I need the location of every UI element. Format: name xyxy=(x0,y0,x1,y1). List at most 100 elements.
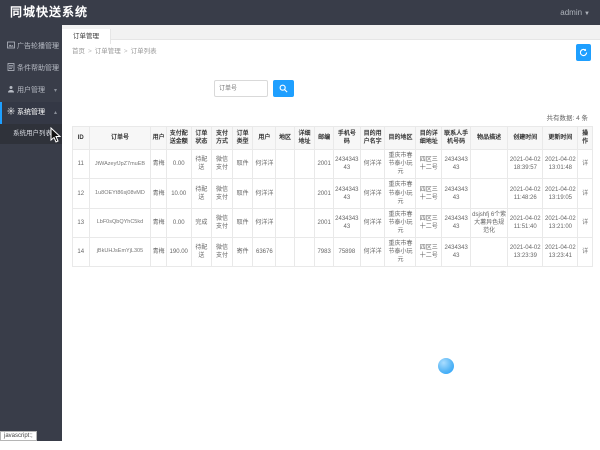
table-cell: 取件 xyxy=(231,207,254,239)
table-cell xyxy=(275,207,295,239)
table-cell: 14 xyxy=(72,237,90,268)
detail-link[interactable]: 详 xyxy=(582,191,588,197)
column-header: 订单号 xyxy=(88,125,152,151)
table-cell: 190.00 xyxy=(165,237,192,268)
refresh-button[interactable] xyxy=(576,44,591,61)
column-header: 联系人手机号码 xyxy=(441,125,472,151)
table-cell: 何洋洋 xyxy=(252,149,277,180)
table-cell: 10.00 xyxy=(165,178,192,209)
username: admin xyxy=(560,8,583,17)
sidebar-item-0[interactable]: 广告轮播管理 ▾ xyxy=(0,36,62,58)
column-header: 订单类型 xyxy=(231,125,254,151)
table-cell: 待配送 xyxy=(190,237,213,268)
detail-link[interactable]: 详 xyxy=(582,161,588,167)
table-cell: jBkUHJsEmYjL305 xyxy=(88,237,152,268)
column-header: 目的用户名字 xyxy=(359,125,386,151)
table-cell: 何洋洋 xyxy=(252,207,277,239)
table-cell: 微信支付 xyxy=(211,178,233,209)
table-cell: 13 xyxy=(72,207,90,239)
sidebar: 广告轮播管理 ▾ 条件帮助管理 ▾ 用户管理 ▾ 系统管理 ▴ 系统用户列表 xyxy=(0,25,62,441)
column-header: 物品描述 xyxy=(470,125,509,151)
column-header: 订单状态 xyxy=(190,125,213,151)
column-header: 用户 xyxy=(150,125,167,151)
table-cell: 243434343 xyxy=(441,237,472,268)
table-cell: 详 xyxy=(577,237,593,268)
table-cell: 微信支付 xyxy=(211,237,233,268)
table-row: 11 JtWAzeyfJpZ7muEB 青梅 0.00 待配送 微信支付 取件 何洋洋 2001… xyxy=(72,149,593,180)
sidebar-item-label: 条件帮助管理 xyxy=(17,65,59,72)
table-cell: 四区三十二号 xyxy=(415,207,443,239)
table-header: ID 订单号 用户 支付配送金额 订单状态 支付方式 订单类型 用户 地区 详细地址 邮编 手机号码目… xyxy=(72,125,593,151)
breadcrumb-item[interactable]: 订单列表 xyxy=(131,48,157,55)
table-cell: 243434343 xyxy=(332,149,361,180)
breadcrumb-item[interactable]: 订单管理 xyxy=(95,48,121,55)
breadcrumb-items: 首页 > 订单管理 > 订单列表 xyxy=(72,48,157,55)
column-header: 详细地址 xyxy=(293,125,316,151)
record-count: 共有数据: 4 条 xyxy=(546,115,588,122)
column-header: 邮编 xyxy=(314,125,334,151)
sidebar-item-2[interactable]: 用户管理 ▾ xyxy=(0,80,62,102)
table-cell: 243434343 xyxy=(332,207,361,239)
table-cell: 何洋洋 xyxy=(252,178,277,209)
table-cell: 重庆市春节泰小玩元 xyxy=(384,149,417,180)
table-cell: 0.00 xyxy=(165,207,192,239)
sidebar-item-3[interactable]: 系统管理 ▴ xyxy=(0,102,62,124)
table-cell: 青梅 xyxy=(150,207,167,239)
search-icon xyxy=(279,84,288,93)
order-number-input[interactable] xyxy=(214,80,268,97)
detail-link[interactable]: 详 xyxy=(582,249,588,255)
table-cell: 何洋洋 xyxy=(359,237,386,268)
table-cell: LbF0sQbQYhC5kd xyxy=(88,207,152,239)
table-cell: 2021-04-02 11:51:40 xyxy=(507,207,544,239)
table-cell: 2021-04-02 13:23:41 xyxy=(542,237,579,268)
table-row: 13 LbF0sQbQYhC5kd 青梅 0.00 完成 微信支付 取件 何洋洋 2001 243… xyxy=(72,207,593,239)
chat-bubble-button[interactable] xyxy=(438,358,454,374)
table-cell: 何洋洋 xyxy=(359,178,386,209)
table-cell: 详 xyxy=(577,149,593,180)
table-cell: 详 xyxy=(577,207,593,239)
carousel-icon xyxy=(7,37,15,59)
table-cell: 2021-04-02 18:39:57 xyxy=(507,149,544,180)
column-header: 支付方式 xyxy=(211,125,233,151)
table-cell: 待配送 xyxy=(190,178,213,209)
top-bar: 同城快送系统 admin ▼ xyxy=(0,0,600,25)
table-cell: 243434343 xyxy=(441,149,472,180)
table-cell: 青梅 xyxy=(150,149,167,180)
search-area xyxy=(214,80,600,97)
mouse-cursor xyxy=(50,127,62,143)
table-cell: 63676 xyxy=(252,237,277,268)
column-header: 目的详细地址 xyxy=(415,125,443,151)
table-cell: 0.00 xyxy=(165,149,192,180)
table-cell: 2001 xyxy=(314,178,334,209)
column-header: 创建时间 xyxy=(507,125,544,151)
sidebar-item-label: 广告轮播管理 xyxy=(17,43,59,50)
column-header: 用户 xyxy=(252,125,277,151)
table-cell xyxy=(470,178,509,209)
table-cell: 微信支付 xyxy=(211,207,233,239)
table-body: 11 JtWAzeyfJpZ7muEB 青梅 0.00 待配送 微信支付 取件 何洋洋 2001… xyxy=(72,149,593,268)
sidebar-item-1[interactable]: 条件帮助管理 ▾ xyxy=(0,58,62,80)
table-cell: 1u8OEYt86sj08vMD xyxy=(88,178,152,209)
chevron-icon: ▴ xyxy=(53,110,57,116)
table-cell: 微信支付 xyxy=(211,149,233,180)
table-cell: 243434343 xyxy=(441,207,472,239)
detail-link[interactable]: 详 xyxy=(582,220,588,226)
chevron-down-icon: ▼ xyxy=(584,11,590,17)
column-header: 操作 xyxy=(577,125,593,151)
table-cell: 取件 xyxy=(231,178,254,209)
column-header: 目的地区 xyxy=(384,125,417,151)
search-button[interactable] xyxy=(273,80,294,97)
table-cell: 完成 xyxy=(190,207,213,239)
breadcrumb-item[interactable]: 首页 xyxy=(72,48,85,55)
page: 同城快送系统 admin ▼ 广告轮播管理 ▾ 条件帮助管理 ▾ 用户管理 ▾ 系统管理 ▴ 系统… xyxy=(0,0,600,450)
chevron-icon: ▾ xyxy=(53,44,57,50)
table-cell xyxy=(275,178,295,209)
status-bar-link-hint: javascript:; xyxy=(0,431,37,441)
column-header: 更新时间 xyxy=(542,125,579,151)
table-cell xyxy=(293,178,316,209)
user-menu[interactable]: admin ▼ xyxy=(560,0,590,27)
table-cell: 2021-04-02 11:48:26 xyxy=(507,178,544,209)
chevron-icon: ▾ xyxy=(53,66,57,72)
table-cell: 重庆市春节泰小玩元 xyxy=(384,237,417,268)
table-cell xyxy=(293,149,316,180)
